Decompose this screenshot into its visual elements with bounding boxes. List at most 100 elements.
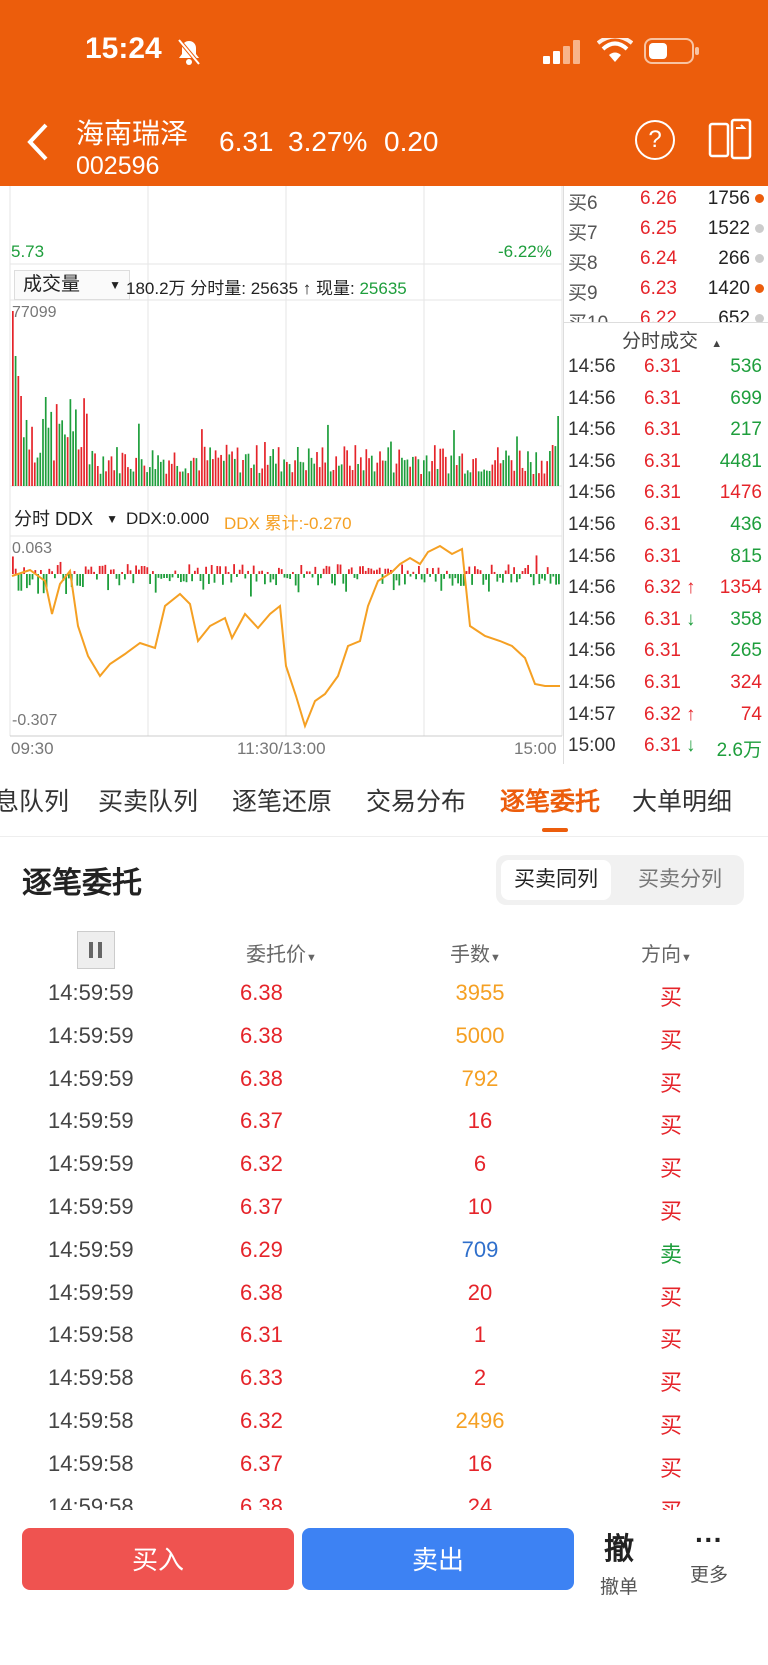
bid-level: 买10 <box>568 308 608 322</box>
col-header-price[interactable]: 委托价▼ <box>246 938 317 967</box>
ddx-bar <box>252 565 255 574</box>
tab-4[interactable]: 逐笔委托 <box>500 782 600 818</box>
ddx-bar <box>334 574 336 586</box>
volume-bar <box>36 457 39 486</box>
order-row[interactable]: 14:59:59 6.29 709 卖 <box>0 1237 768 1279</box>
volume-bar <box>58 423 61 486</box>
tick-direction: ↓ <box>686 608 696 630</box>
ddx-bar <box>538 574 541 584</box>
tick-volume: 436 <box>730 514 762 535</box>
order-row[interactable]: 14:59:59 6.37 10 买 <box>0 1194 768 1236</box>
tab-3[interactable]: 交易分布 <box>366 782 466 818</box>
volume-bar <box>91 450 94 486</box>
col-header-dir[interactable]: 方向▼ <box>641 938 692 967</box>
order-row[interactable]: 14:59:59 6.38 5000 买 <box>0 1023 768 1065</box>
ddx-bar <box>339 564 342 574</box>
volume-bar <box>466 470 469 486</box>
volume-bar <box>535 452 538 486</box>
order-book-row: 买8 6.24 266 <box>566 248 768 280</box>
back-icon[interactable] <box>24 122 50 162</box>
volume-bar <box>239 472 242 486</box>
active-tab-underline <box>542 828 568 832</box>
volume-bar <box>420 473 422 486</box>
volume-bar <box>496 447 499 486</box>
ddx-bar <box>283 574 286 578</box>
buy-button[interactable]: 买入 <box>22 1528 294 1590</box>
volume-bar <box>409 466 411 486</box>
volume-bar <box>233 458 236 486</box>
tick-time: 14:56 <box>568 356 616 377</box>
order-row[interactable]: 14:59:58 6.37 16 买 <box>0 1451 768 1493</box>
ddx-bar <box>82 574 84 588</box>
seg-same-column[interactable]: 买卖同列 <box>501 860 611 900</box>
ddx-bar <box>188 564 191 574</box>
volume-bar <box>543 473 546 486</box>
cancel-label: 撤单 <box>599 1577 638 1598</box>
orders-list[interactable]: 14:59:59 6.38 3955 买 14:59:59 6.38 5000 买 14:59:… <box>0 980 768 1515</box>
tab-2[interactable]: 逐笔还原 <box>232 782 332 818</box>
more-button[interactable]: ··· 更多 <box>684 1524 734 1587</box>
bid-volume: 266 <box>718 248 750 269</box>
order-row[interactable]: 14:59:59 6.32 6 买 <box>0 1151 768 1193</box>
volume-bar <box>157 455 159 486</box>
order-row[interactable]: 14:59:59 6.38 792 买 <box>0 1066 768 1108</box>
order-book-row: 买9 6.23 1420 <box>566 278 768 310</box>
intraday-chart-panel: 5.73 -6.22% 成交量 ▼ 180.2万 分时量: 25635 ↑ 现量… <box>0 186 768 764</box>
tick-time: 14:56 <box>568 545 616 567</box>
volume-bar <box>277 447 280 486</box>
volume-bar <box>453 430 455 486</box>
ddx-bar <box>549 574 552 584</box>
stock-code: 002596 <box>76 152 160 180</box>
ddx-bar <box>432 568 434 574</box>
ddx-bar <box>76 574 79 586</box>
sell-button[interactable]: 卖出 <box>302 1528 574 1590</box>
ddx-bar <box>96 574 98 580</box>
volume-bar <box>425 455 428 486</box>
ddx-bar <box>84 566 87 574</box>
order-direction: 买 <box>660 1284 683 1310</box>
volume-bar <box>546 461 548 486</box>
volume-bar <box>244 454 247 486</box>
ddx-bar <box>278 567 280 574</box>
ddx-indicator-select[interactable]: 分时 DDX ▼ <box>10 506 122 532</box>
order-row[interactable]: 14:59:59 6.38 3955 买 <box>0 980 768 1022</box>
volume-bar <box>261 468 264 486</box>
col-header-qty[interactable]: 手数▼ <box>450 938 501 967</box>
ddx-bar <box>258 571 261 574</box>
bid-volume: 1756 <box>707 188 750 209</box>
order-row[interactable]: 14:59:59 6.38 20 买 <box>0 1280 768 1322</box>
tick-volume: 815 <box>730 545 762 567</box>
seg-split-column[interactable]: 买卖分列 <box>621 860 739 900</box>
volume-bar <box>433 445 436 486</box>
order-row[interactable]: 14:59:58 6.32 2496 买 <box>0 1408 768 1450</box>
volume-bar <box>14 356 17 486</box>
ticks-title[interactable]: 分时成交 ▲ <box>622 326 722 353</box>
help-button[interactable]: ? <box>635 120 675 160</box>
pause-button[interactable] <box>77 931 115 969</box>
tab-5[interactable]: 大单明细 <box>632 782 732 818</box>
order-qty: 3955 <box>455 980 505 1005</box>
switch-layout-icon[interactable] <box>708 118 752 160</box>
volume-bar <box>499 463 502 486</box>
volume-bar <box>99 473 102 486</box>
volume-bar <box>80 447 83 486</box>
bid-level: 买7 <box>568 223 598 244</box>
volume-bar <box>64 434 66 486</box>
ddx-bar <box>216 565 219 574</box>
ddx-bar <box>238 569 241 574</box>
volume-bar <box>307 448 310 486</box>
tab-0[interactable]: 息队列 <box>0 782 69 818</box>
order-row[interactable]: 14:59:58 6.33 2 买 <box>0 1365 768 1407</box>
tick-price: 6.31 <box>644 672 681 693</box>
cancel-order-button[interactable]: 撤 撤单 <box>594 1524 644 1599</box>
ddx-bar <box>325 565 328 574</box>
bottom-action-bar: 买入 卖出 撤 撤单 ··· 更多 <box>0 1510 768 1665</box>
volume-bar <box>264 442 266 486</box>
volume-bar <box>85 413 88 486</box>
order-book-row: 买6 6.26 1756 <box>566 188 768 220</box>
volume-bar <box>187 473 190 486</box>
order-row[interactable]: 14:59:59 6.37 16 买 <box>0 1108 768 1150</box>
volume-bar <box>50 411 53 486</box>
order-row[interactable]: 14:59:58 6.31 1 买 <box>0 1322 768 1364</box>
tab-1[interactable]: 买卖队列 <box>98 782 198 818</box>
